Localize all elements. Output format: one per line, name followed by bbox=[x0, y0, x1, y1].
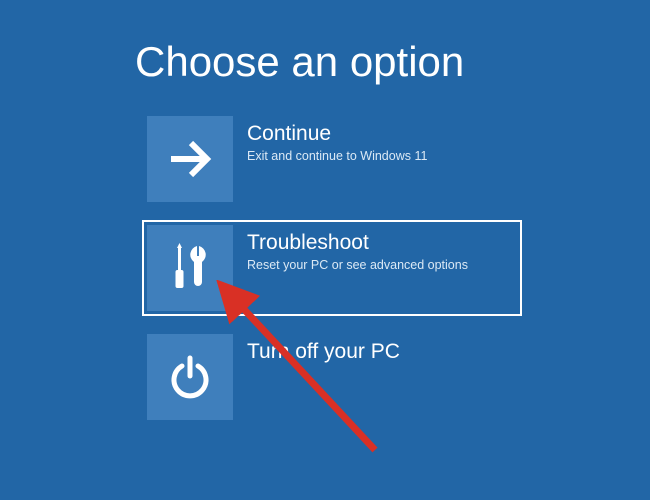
power-icon bbox=[165, 352, 215, 402]
arrow-right-icon bbox=[163, 132, 217, 186]
continue-desc: Exit and continue to Windows 11 bbox=[247, 148, 427, 164]
option-turnoff[interactable]: Turn off your PC bbox=[147, 334, 527, 420]
troubleshoot-title: Troubleshoot bbox=[247, 231, 468, 255]
tools-icon bbox=[165, 240, 215, 296]
turnoff-tile bbox=[147, 334, 233, 420]
troubleshoot-text: Troubleshoot Reset your PC or see advanc… bbox=[247, 225, 468, 273]
page-title: Choose an option bbox=[135, 38, 650, 86]
continue-title: Continue bbox=[247, 122, 427, 146]
option-continue[interactable]: Continue Exit and continue to Windows 11 bbox=[147, 116, 527, 202]
turnoff-text: Turn off your PC bbox=[247, 334, 400, 366]
troubleshoot-desc: Reset your PC or see advanced options bbox=[247, 257, 468, 273]
continue-tile bbox=[147, 116, 233, 202]
options-list: Continue Exit and continue to Windows 11 bbox=[147, 116, 650, 420]
turnoff-title: Turn off your PC bbox=[247, 340, 400, 364]
troubleshoot-tile bbox=[147, 225, 233, 311]
option-troubleshoot[interactable]: Troubleshoot Reset your PC or see advanc… bbox=[142, 220, 522, 316]
continue-text: Continue Exit and continue to Windows 11 bbox=[247, 116, 427, 164]
